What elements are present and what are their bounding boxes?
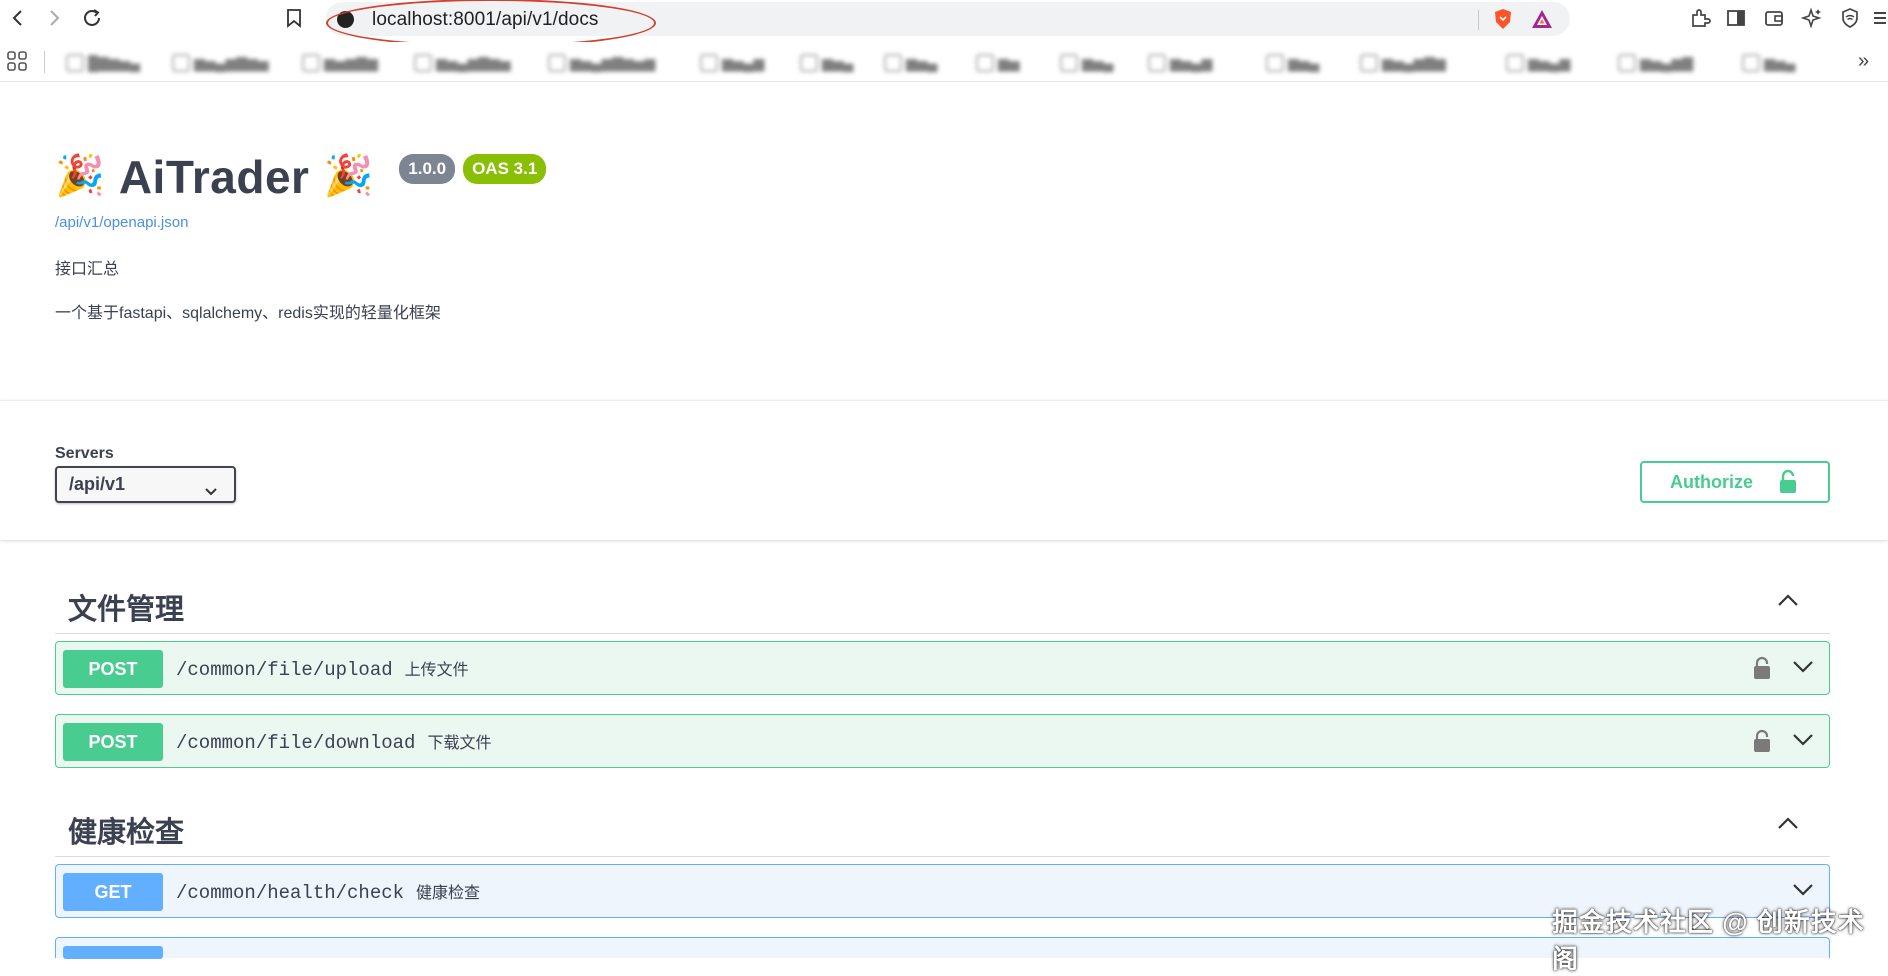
- operation-path: /common/health/check: [176, 882, 405, 904]
- bookmarks-overflow-button[interactable]: »: [1858, 50, 1869, 73]
- forward-icon[interactable]: [40, 4, 68, 32]
- address-bar[interactable]: localhost:8001/api/v1/docs: [326, 0, 1570, 47]
- menu-icon[interactable]: [1868, 4, 1888, 32]
- bookmarks-divider: [44, 51, 45, 73]
- openapi-spec-link[interactable]: /api/v1/openapi.json: [55, 214, 1835, 231]
- bookmark-item[interactable]: ▆▅▄: [884, 52, 937, 74]
- bookmark-item[interactable]: ▆▅▄▆▇▆▅: [414, 52, 511, 74]
- chevron-up-icon[interactable]: [1776, 592, 1800, 613]
- site-info-icon[interactable]: [337, 11, 354, 28]
- operation-summary: 健康检查: [416, 885, 481, 902]
- vpn-shield-icon[interactable]: [1836, 4, 1864, 32]
- lock-icon[interactable]: [1753, 656, 1771, 685]
- method-badge: POST: [63, 723, 163, 761]
- bookmark-item[interactable]: ▆▅: [976, 52, 1020, 74]
- operation-summary: 下载文件: [427, 735, 492, 752]
- authorize-label: Authorize: [1670, 471, 1753, 492]
- api-title: AiTrader: [118, 151, 310, 203]
- api-info: 🎉 AiTrader 🎉 1.0.0 OAS 3.1 /api/v1/opena…: [55, 148, 1835, 323]
- oas-badge: OAS 3.1: [463, 154, 547, 184]
- url-divider: [1478, 10, 1479, 30]
- party-popper-icon: 🎉: [55, 154, 105, 198]
- apps-grid-icon[interactable]: [6, 50, 28, 77]
- method-badge: GET: [63, 873, 163, 911]
- operation-path-row: /common/health/check 健康检查: [176, 879, 480, 904]
- scheme-container: Servers /api/v1 Authorize: [0, 400, 1888, 540]
- operation-path: /common/file/download: [176, 732, 416, 754]
- tag-section-health[interactable]: 健康检查: [55, 797, 1830, 857]
- bookmark-page-icon[interactable]: [280, 4, 308, 32]
- back-icon[interactable]: [4, 4, 32, 32]
- version-badge: 1.0.0: [399, 154, 456, 184]
- tag-section-file[interactable]: 文件管理: [55, 574, 1830, 634]
- title-row: 🎉 AiTrader 🎉 1.0.0 OAS 3.1: [55, 148, 1835, 206]
- operation-summary: 上传文件: [404, 662, 469, 679]
- bookmark-item[interactable]: ▆▅▄: [1060, 52, 1113, 74]
- unlocked-icon: [1778, 469, 1798, 500]
- watermark: 掘金技术社区 @ 创新技术阁: [1552, 907, 1865, 974]
- extensions-icon[interactable]: [1686, 4, 1714, 32]
- bookmark-item[interactable]: ▆▅▄▆▇▆▅▆: [548, 52, 655, 74]
- bookmark-item[interactable]: ▆▅▄: [1742, 52, 1795, 74]
- reload-icon[interactable]: [78, 4, 106, 32]
- wallet-icon[interactable]: [1760, 4, 1788, 32]
- operation-post-file-download[interactable]: POST /common/file/download 下载文件: [55, 714, 1830, 768]
- leo-ai-icon[interactable]: [1798, 4, 1826, 32]
- brave-rewards-icon[interactable]: [1530, 8, 1554, 35]
- bookmark-item[interactable]: ▆▅▆▇▆: [302, 52, 378, 74]
- operation-path: /common/file/upload: [176, 659, 393, 681]
- method-badge: [63, 946, 163, 959]
- api-description-line1: 接口汇总: [55, 261, 120, 278]
- operation-post-file-upload[interactable]: POST /common/file/upload 上传文件: [55, 641, 1830, 695]
- tag-title: 文件管理: [68, 594, 185, 626]
- bookmark-item[interactable]: ▆▅▄▆: [1506, 52, 1570, 74]
- chevron-down-icon: [204, 481, 218, 502]
- api-description-line2: 一个基于fastapi、sqlalchemy、redis实现的轻量化框架: [55, 305, 441, 322]
- chevron-down-icon[interactable]: [1791, 659, 1815, 680]
- servers-label: Servers: [55, 445, 114, 462]
- chevron-up-icon[interactable]: [1776, 815, 1800, 836]
- bookmarks-bar: █▇▆▅▄ ▆▅▄▆▇▆▅ ▆▅▆▇▆ ▆▅▄▆▇▆▅ ▆▅▄▆▇▆▅▆ ▆▅▄…: [0, 42, 1888, 82]
- bookmark-item[interactable]: ▆▅▄: [1266, 52, 1319, 74]
- bookmark-item[interactable]: ▆▅▄▆▇▆▅: [172, 52, 269, 74]
- lock-icon[interactable]: [1753, 729, 1771, 758]
- authorize-button[interactable]: Authorize: [1640, 461, 1830, 503]
- bookmark-item[interactable]: ▆▅▄: [800, 52, 853, 74]
- sidebar-icon[interactable]: [1722, 4, 1750, 32]
- url-text[interactable]: localhost:8001/api/v1/docs: [372, 9, 599, 31]
- method-badge: POST: [63, 650, 163, 688]
- operation-path-row: /common/file/download 下载文件: [176, 729, 491, 754]
- servers-select[interactable]: /api/v1: [55, 466, 236, 503]
- bookmark-item[interactable]: ▆▅▄▆: [1148, 52, 1212, 74]
- bookmark-item[interactable]: █▇▆▅▄: [66, 52, 140, 74]
- bookmark-item[interactable]: ▆▅▄▆▇: [1618, 52, 1693, 74]
- party-popper-icon: 🎉: [323, 154, 374, 198]
- bookmark-item[interactable]: ▆▅▄▆: [700, 52, 764, 74]
- browser-toolbar: localhost:8001/api/v1/docs: [0, 0, 1888, 47]
- tag-title: 健康检查: [68, 817, 185, 849]
- brave-shields-icon[interactable]: [1492, 8, 1514, 35]
- bookmark-item[interactable]: ▆▅▄▆▇▆: [1360, 52, 1446, 74]
- chevron-down-icon[interactable]: [1791, 732, 1815, 753]
- chevron-down-icon[interactable]: [1791, 882, 1815, 903]
- operation-path-row: /common/file/upload 上传文件: [176, 656, 469, 681]
- servers-selected-value: /api/v1: [69, 474, 126, 494]
